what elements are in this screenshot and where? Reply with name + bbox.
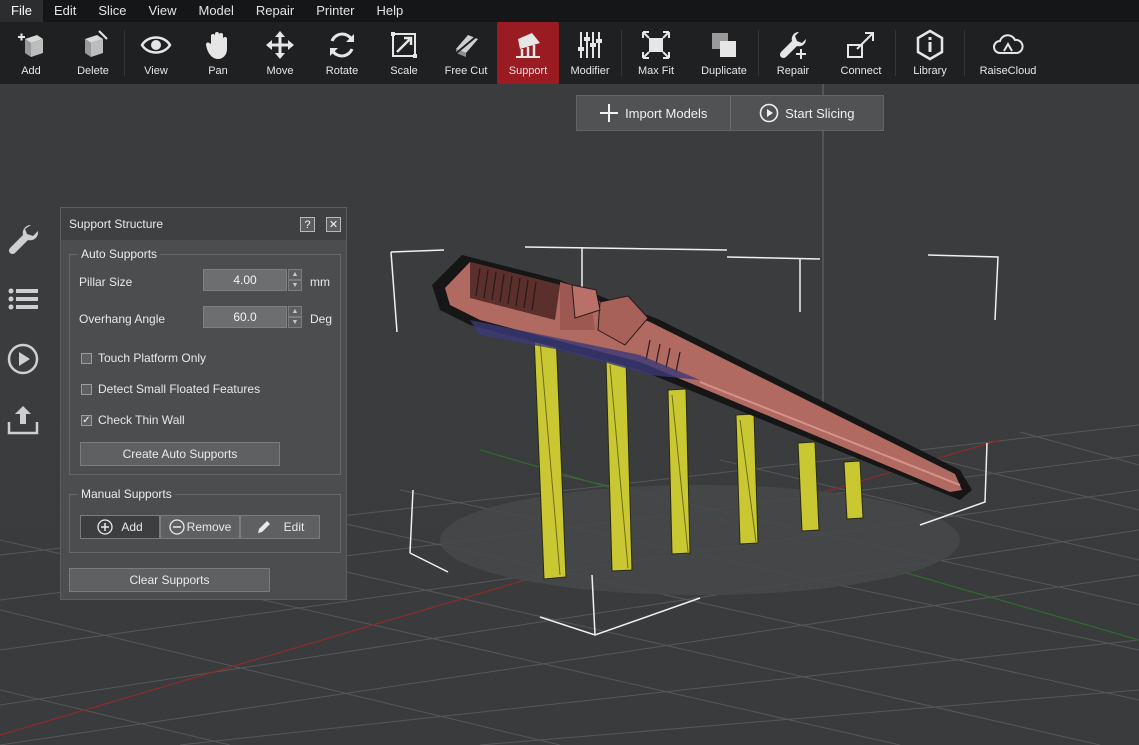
menu-bar: File Edit Slice View Model Repair Printe…: [0, 0, 1139, 22]
add-button[interactable]: Add: [0, 22, 62, 84]
move-button[interactable]: Move: [249, 22, 311, 84]
toolbar: Add Delete View Pan Move Rotate Scale Fr…: [0, 22, 1139, 84]
minus-circle-icon: [169, 519, 185, 535]
chevron-up-icon[interactable]: ▲: [288, 269, 302, 280]
rotate-icon: [330, 32, 354, 58]
library-info-icon: [916, 29, 944, 61]
menu-slice[interactable]: Slice: [87, 0, 137, 22]
upload-icon[interactable]: [6, 402, 40, 436]
support-icon: [516, 33, 540, 58]
panel-title: Support Structure: [69, 217, 164, 231]
repair-button[interactable]: Repair: [759, 22, 827, 84]
touch-platform-only-checkbox[interactable]: Touch Platform Only: [81, 351, 206, 365]
delete-button[interactable]: Delete: [62, 22, 124, 84]
library-button[interactable]: Library: [896, 22, 964, 84]
overhang-angle-label: Overhang Angle: [79, 312, 166, 326]
menu-view[interactable]: View: [138, 0, 188, 22]
view-button[interactable]: View: [125, 22, 187, 84]
add-cube-icon: [18, 33, 43, 57]
chevron-down-icon[interactable]: ▼: [288, 317, 302, 328]
duplicate-button[interactable]: Duplicate: [690, 22, 758, 84]
move-arrows-icon: [266, 31, 294, 59]
menu-printer[interactable]: Printer: [305, 0, 365, 22]
pillar-size-label: Pillar Size: [79, 275, 133, 289]
auto-supports-group: Auto Supports Pillar Size 4.00 ▲ ▼ mm Ove…: [69, 247, 341, 475]
sliders-icon: [578, 32, 602, 58]
help-button[interactable]: ?: [300, 217, 315, 232]
panel-header: Support Structure ? ✕: [61, 208, 346, 240]
chevron-up-icon[interactable]: ▲: [288, 306, 302, 317]
pillar-size-unit: mm: [310, 275, 330, 289]
manual-remove-button[interactable]: Remove: [160, 515, 240, 539]
plus-circle-icon: [97, 519, 113, 535]
import-models-button[interactable]: Import Models: [577, 96, 730, 130]
menu-repair[interactable]: Repair: [245, 0, 305, 22]
max-fit-icon: [642, 31, 670, 59]
modifier-button[interactable]: Modifier: [559, 22, 621, 84]
free-cut-button[interactable]: Free Cut: [435, 22, 497, 84]
model-shadow: [440, 485, 960, 595]
cut-icon: [453, 34, 479, 57]
cloud-icon: [993, 34, 1024, 54]
pencil-icon: [257, 521, 270, 533]
manual-supports-group: Manual Supports Add Remove Edit: [69, 487, 341, 553]
raisecloud-button[interactable]: RaiseCloud: [965, 22, 1051, 84]
menu-model[interactable]: Model: [188, 0, 245, 22]
play-circle-icon: [759, 103, 779, 123]
checkbox-box[interactable]: [81, 383, 92, 395]
start-slicing-button[interactable]: Start Slicing: [729, 96, 884, 130]
wrench-tools-icon[interactable]: [6, 222, 40, 256]
scale-button[interactable]: Scale: [373, 22, 435, 84]
chevron-down-icon[interactable]: ▼: [288, 280, 302, 291]
list-icon[interactable]: [6, 282, 40, 316]
close-button[interactable]: ✕: [326, 217, 341, 232]
menu-file[interactable]: File: [0, 0, 43, 22]
overhang-angle-input[interactable]: 60.0: [203, 306, 287, 328]
scale-icon: [391, 32, 417, 58]
play-icon[interactable]: [6, 342, 40, 376]
pan-button[interactable]: Pan: [187, 22, 249, 84]
support-structure-panel: Support Structure ? ✕ Auto Supports Pill…: [60, 207, 347, 600]
detect-small-floated-checkbox[interactable]: Detect Small Floated Features: [81, 382, 260, 396]
hand-icon: [205, 32, 227, 59]
create-auto-supports-button[interactable]: Create Auto Supports: [80, 442, 280, 466]
delete-cube-icon: [85, 30, 108, 57]
eye-icon: [140, 36, 172, 54]
menu-help[interactable]: Help: [366, 0, 415, 22]
pillar-size-stepper[interactable]: ▲ ▼: [288, 269, 302, 291]
manual-edit-button[interactable]: Edit: [240, 515, 320, 539]
connect-button[interactable]: Connect: [827, 22, 895, 84]
checkmark-icon[interactable]: ✓: [81, 414, 92, 426]
duplicate-icon: [712, 33, 736, 57]
action-bar: Import Models Start Slicing: [576, 95, 884, 131]
manual-add-button[interactable]: Add: [80, 515, 160, 539]
checkbox-box[interactable]: [81, 352, 92, 364]
connect-icon: [847, 32, 874, 58]
support-button[interactable]: Support: [497, 22, 559, 84]
max-fit-button[interactable]: Max Fit: [622, 22, 690, 84]
menu-edit[interactable]: Edit: [43, 0, 87, 22]
clear-supports-button[interactable]: Clear Supports: [69, 568, 270, 592]
overhang-angle-stepper[interactable]: ▲ ▼: [288, 306, 302, 328]
plus-icon: [600, 104, 619, 122]
rotate-button[interactable]: Rotate: [311, 22, 373, 84]
check-thin-wall-checkbox[interactable]: ✓ Check Thin Wall: [81, 413, 185, 427]
pillar-size-input[interactable]: 4.00: [203, 269, 287, 291]
overhang-angle-unit: Deg: [310, 312, 333, 326]
wrench-icon: [779, 31, 807, 59]
